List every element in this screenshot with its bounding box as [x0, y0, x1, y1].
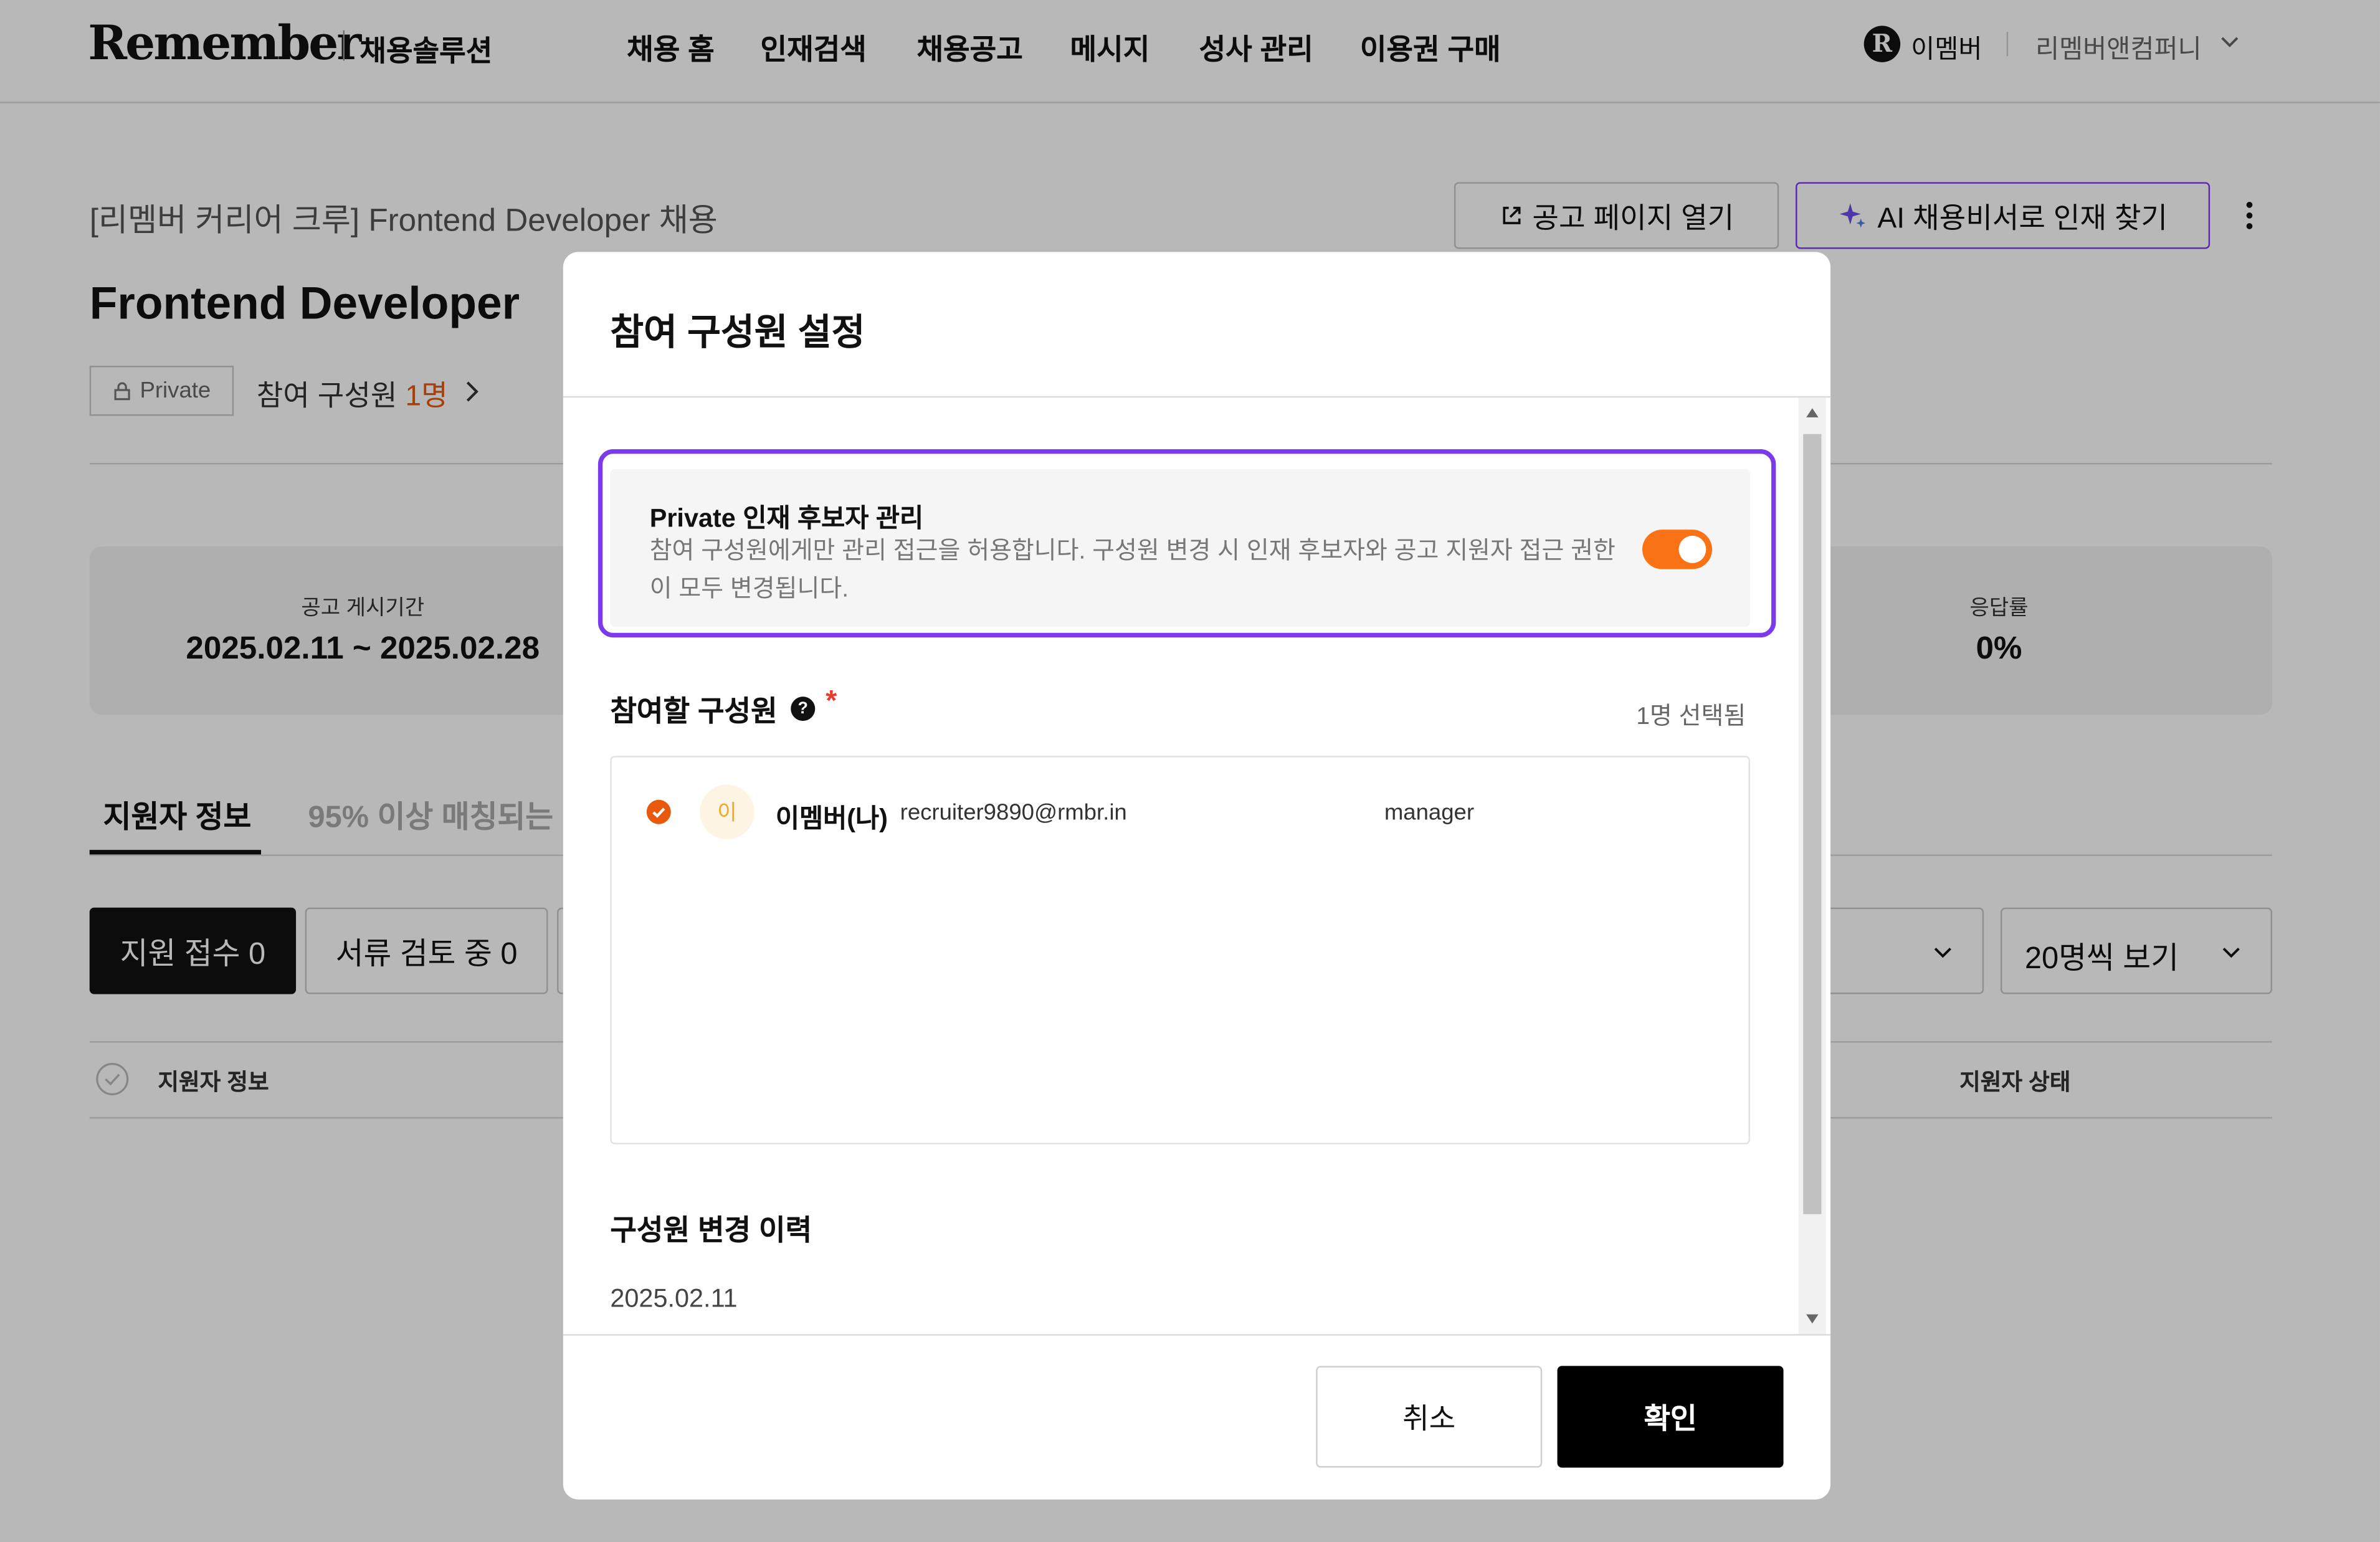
- scroll-up-arrow-icon[interactable]: [1806, 408, 1819, 417]
- cancel-button[interactable]: 취소: [1316, 1366, 1543, 1468]
- member-email: recruiter9890@rmbr.in: [900, 799, 1127, 826]
- history-title: 구성원 변경 이력: [610, 1216, 812, 1248]
- member-checkbox-checked[interactable]: [646, 799, 671, 824]
- history-date: 2025.02.11: [610, 1283, 738, 1313]
- scrollbar-thumb[interactable]: [1803, 434, 1822, 1214]
- member-list: 이 이멤버(나) recruiter9890@rmbr.in manager: [610, 756, 1750, 1145]
- member-role: manager: [1384, 799, 1475, 826]
- confirm-button[interactable]: 확인: [1557, 1366, 1784, 1468]
- member-name: 이멤버(나): [775, 804, 888, 834]
- selected-count: 1명 선택됨: [1636, 704, 1746, 730]
- members-section-title: 참여할 구성원: [610, 697, 778, 729]
- scroll-down-arrow-icon[interactable]: [1806, 1314, 1819, 1324]
- modal-title: 참여 구성원 설정: [610, 312, 865, 354]
- member-avatar: 이: [700, 784, 754, 840]
- required-mark: *: [826, 686, 837, 718]
- highlight-outline: [597, 449, 1776, 638]
- help-icon[interactable]: ?: [791, 697, 816, 721]
- modal-scroll-area[interactable]: Private 인재 후보자 관리 참여 구성원에게만 관리 접근을 허용합니다…: [563, 397, 1830, 1335]
- modal-footer-divider: [563, 1334, 1831, 1336]
- member-settings-modal: 참여 구성원 설정 Private 인재 후보자 관리 참여 구성원에게만 관리…: [563, 252, 1831, 1500]
- modal-scrollbar[interactable]: [1798, 397, 1826, 1336]
- check-icon: [652, 807, 665, 818]
